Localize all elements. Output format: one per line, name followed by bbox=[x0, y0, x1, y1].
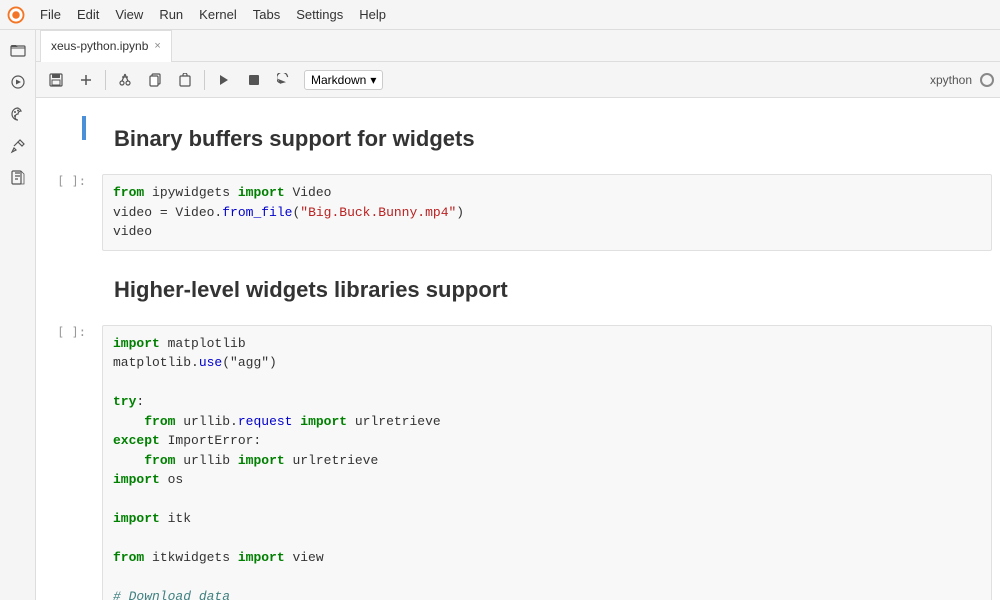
tab-close-icon[interactable]: × bbox=[154, 40, 160, 52]
code-var-1: video bbox=[113, 205, 152, 220]
restart-button[interactable] bbox=[270, 66, 298, 94]
code-module-3: urllib bbox=[175, 453, 237, 468]
code-block-1[interactable]: from ipywidgets import Video video = Vid… bbox=[102, 174, 992, 251]
app-logo bbox=[4, 3, 28, 27]
code-cell-2: [ ]: import matplotlib matplotlib.use("a… bbox=[36, 317, 1000, 600]
kw-from-2: from bbox=[144, 414, 175, 429]
kw-import-1: import bbox=[238, 185, 285, 200]
heading-text-1: Binary buffers support for widgets bbox=[114, 116, 992, 158]
code-rest-2-1: matplotlib bbox=[160, 336, 246, 351]
code-module-4: itkwidgets bbox=[144, 550, 238, 565]
code-obj-2: matplotlib. bbox=[113, 355, 199, 370]
heading-content-2: Higher-level widgets libraries support bbox=[94, 263, 1000, 313]
menu-settings[interactable]: Settings bbox=[288, 5, 351, 24]
menu-kernel[interactable]: Kernel bbox=[191, 5, 245, 24]
kw-from-3: from bbox=[144, 453, 175, 468]
code-method-2: use bbox=[199, 355, 222, 370]
code-line3-1: video bbox=[113, 224, 152, 239]
sidebar-icon-folder[interactable] bbox=[4, 36, 32, 64]
code-arg2-1: ) bbox=[456, 205, 464, 220]
kw-import-2: import bbox=[113, 336, 160, 351]
code-indent-5 bbox=[113, 414, 144, 429]
cell-sidebar-2: [ ]: bbox=[36, 321, 94, 339]
main-area: xeus-python.ipynb × bbox=[0, 30, 1000, 600]
heading-text-2: Higher-level widgets libraries support bbox=[114, 267, 992, 309]
save-button[interactable] bbox=[42, 66, 70, 94]
code-rest-12: view bbox=[285, 550, 324, 565]
code-rest-7: urlretrieve bbox=[285, 453, 379, 468]
code-rest-1: Video bbox=[285, 185, 332, 200]
toolbar-right: xpython bbox=[930, 73, 994, 87]
add-cell-button[interactable] bbox=[72, 66, 100, 94]
menubar: File Edit View Run Kernel Tabs Settings … bbox=[0, 0, 1000, 30]
cell-prompt-h2 bbox=[36, 263, 94, 267]
code-string-1: "Big.Buck.Bunny.mp4" bbox=[300, 205, 456, 220]
kw-import-3: import bbox=[292, 414, 347, 429]
stop-button[interactable] bbox=[240, 66, 268, 94]
menu-edit[interactable]: Edit bbox=[69, 5, 107, 24]
sidebar-icon-run[interactable] bbox=[4, 68, 32, 96]
kw-from-1: from bbox=[113, 185, 144, 200]
kw-import-4: import bbox=[238, 453, 285, 468]
cell-prompt-code-1: [ ]: bbox=[57, 174, 86, 188]
cell-type-label: Markdown bbox=[311, 73, 366, 87]
cell-type-dropdown[interactable]: Markdown ▾ bbox=[304, 70, 383, 90]
code-except-rest: ImportError: bbox=[160, 433, 261, 448]
run-button[interactable] bbox=[210, 66, 238, 94]
code-indent-7 bbox=[113, 453, 144, 468]
code-arg-2: ("agg") bbox=[222, 355, 277, 370]
kw-try: try bbox=[113, 394, 136, 409]
cell-prompt-1 bbox=[36, 112, 94, 140]
kw-import-6: import bbox=[113, 511, 160, 526]
cell-prompt-code-2: [ ]: bbox=[57, 325, 86, 339]
heading-content-1: Binary buffers support for widgets bbox=[94, 112, 1000, 162]
code-method-1: from_file bbox=[222, 205, 292, 220]
kernel-name-label: xpython bbox=[930, 73, 972, 87]
code-method-3: request bbox=[238, 414, 293, 429]
menu-tabs[interactable]: Tabs bbox=[245, 5, 288, 24]
menu-view[interactable]: View bbox=[107, 5, 151, 24]
code-block-2[interactable]: import matplotlib matplotlib.use("agg") … bbox=[102, 325, 992, 600]
code-content-2[interactable]: import matplotlib matplotlib.use("agg") … bbox=[94, 321, 1000, 600]
code-comment-1: # Download data bbox=[113, 589, 230, 600]
tab-label: xeus-python.ipynb bbox=[51, 39, 148, 53]
paste-button[interactable] bbox=[171, 66, 199, 94]
code-rest-8: os bbox=[160, 472, 183, 487]
code-content-1[interactable]: from ipywidgets import Video video = Vid… bbox=[94, 170, 1000, 255]
menu-help[interactable]: Help bbox=[351, 5, 394, 24]
kw-import-7: import bbox=[238, 550, 285, 565]
sidebar-icon-palette[interactable] bbox=[4, 100, 32, 128]
toolbar: Markdown ▾ xpython bbox=[36, 62, 1000, 98]
kernel-status-indicator bbox=[980, 73, 994, 87]
copy-button[interactable] bbox=[141, 66, 169, 94]
heading-cell-2: Higher-level widgets libraries support bbox=[36, 259, 1000, 317]
menu-file[interactable]: File bbox=[32, 5, 69, 24]
left-sidebar bbox=[0, 30, 36, 600]
kw-from-4: from bbox=[113, 550, 144, 565]
dropdown-arrow-icon: ▾ bbox=[370, 73, 376, 87]
notebook-area: xeus-python.ipynb × bbox=[36, 30, 1000, 600]
active-cell-bar bbox=[82, 116, 86, 140]
code-module-2: urllib. bbox=[175, 414, 237, 429]
code-obj-1: Video. bbox=[175, 205, 222, 220]
sidebar-icon-tools[interactable] bbox=[4, 132, 32, 160]
sidebar-icon-files[interactable] bbox=[4, 164, 32, 192]
cell-sidebar-1: [ ]: bbox=[36, 170, 94, 188]
code-module-1: ipywidgets bbox=[144, 185, 238, 200]
toolbar-sep-2 bbox=[204, 70, 205, 90]
menu-run[interactable]: Run bbox=[151, 5, 191, 24]
notebook-content[interactable]: Binary buffers support for widgets [ ]: … bbox=[36, 98, 1000, 600]
notebook-tab[interactable]: xeus-python.ipynb × bbox=[40, 30, 172, 62]
toolbar-sep-1 bbox=[105, 70, 106, 90]
code-cell-1: [ ]: from ipywidgets import Video video … bbox=[36, 166, 1000, 259]
heading-cell-1: Binary buffers support for widgets bbox=[36, 108, 1000, 166]
tab-bar: xeus-python.ipynb × bbox=[36, 30, 1000, 62]
code-rest-5: urlretrieve bbox=[347, 414, 441, 429]
kw-except: except bbox=[113, 433, 160, 448]
code-rest-10: itk bbox=[160, 511, 191, 526]
code-try-colon: : bbox=[136, 394, 144, 409]
code-assign-1: = bbox=[152, 205, 175, 220]
cut-button[interactable] bbox=[111, 66, 139, 94]
kw-import-5: import bbox=[113, 472, 160, 487]
